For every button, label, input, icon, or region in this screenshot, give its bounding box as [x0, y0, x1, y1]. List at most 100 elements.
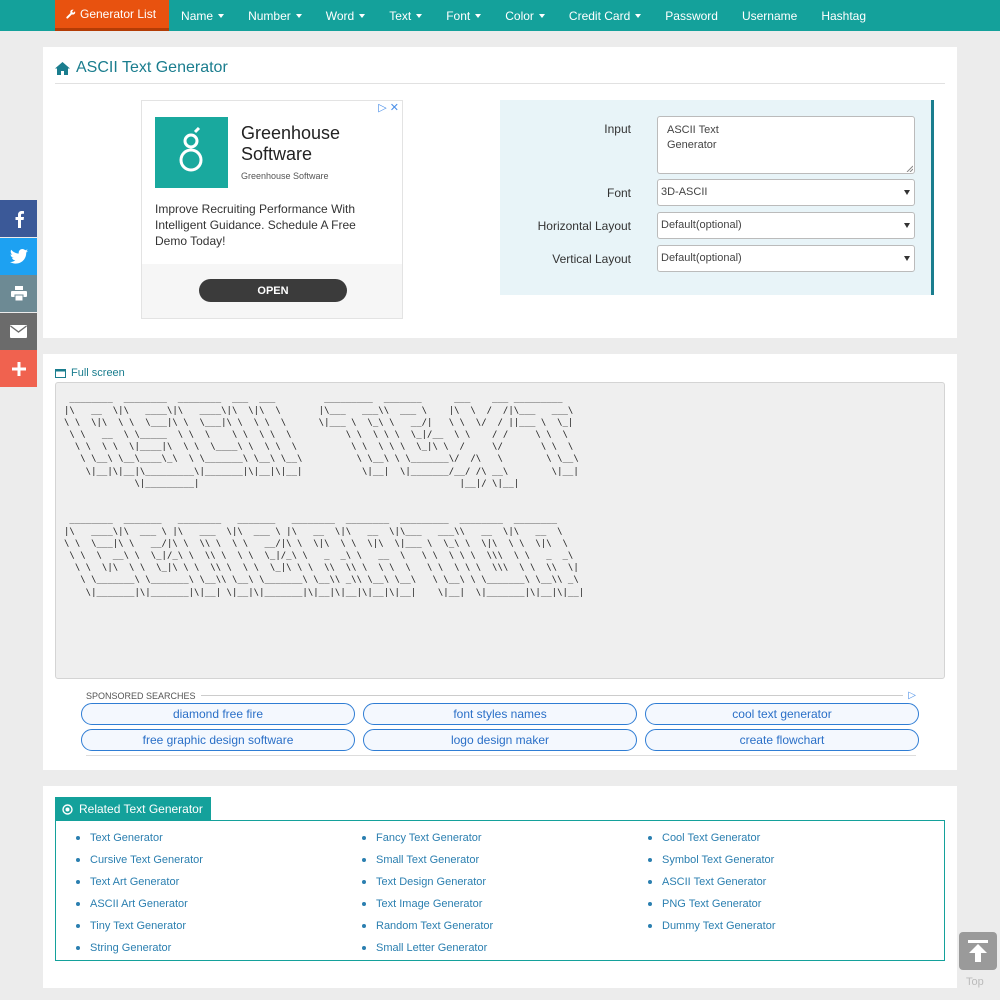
- related-link-label: Text Art Generator: [90, 876, 180, 888]
- twitter-share-button[interactable]: [0, 238, 37, 275]
- related-link[interactable]: ASCII Art Generator: [76, 898, 188, 910]
- ad-choices-icon[interactable]: ▷: [908, 690, 916, 701]
- nav-text-dropdown[interactable]: Text: [377, 0, 434, 31]
- related-link-label: Random Text Generator: [376, 920, 494, 932]
- email-icon: [10, 325, 27, 338]
- page-title-text: ASCII Text Generator: [76, 59, 228, 76]
- sponsored-link[interactable]: create flowchart: [645, 729, 919, 751]
- related-link[interactable]: PNG Text Generator: [648, 898, 761, 910]
- horizontal-layout-select[interactable]: Default(optional): [657, 212, 915, 239]
- related-link-label: Cursive Text Generator: [90, 854, 203, 866]
- nav-username[interactable]: Username: [730, 0, 809, 31]
- email-share-button[interactable]: [0, 313, 37, 350]
- font-select[interactable]: 3D-ASCII: [657, 179, 915, 206]
- nav-font-dropdown[interactable]: Font: [434, 0, 493, 31]
- sponsored-searches-title: SPONSORED SEARCHES: [86, 690, 196, 701]
- print-button[interactable]: [0, 275, 37, 312]
- nav-label: Color: [505, 8, 534, 23]
- related-link-label: Text Generator: [90, 832, 163, 844]
- related-link[interactable]: Symbol Text Generator: [648, 854, 774, 866]
- related-link[interactable]: Random Text Generator: [362, 920, 493, 932]
- nav-label: Font: [446, 8, 471, 23]
- related-link[interactable]: Text Generator: [76, 832, 163, 844]
- related-link[interactable]: Dummy Text Generator: [648, 920, 776, 932]
- facebook-share-button[interactable]: [0, 200, 37, 237]
- bullet: [76, 902, 80, 906]
- ascii-output-area[interactable]: ________ ________ ________ ___ ___ _____…: [55, 382, 945, 679]
- home-icon: [55, 61, 70, 75]
- vertical-layout-select[interactable]: Default(optional): [657, 245, 915, 272]
- facebook-icon: [15, 210, 24, 228]
- vertical-layout-label: Vertical Layout: [552, 252, 631, 266]
- bullet: [362, 946, 366, 950]
- horizontal-layout-value: Default(optional): [661, 219, 742, 231]
- select-arrow-icon: [904, 223, 910, 228]
- input-label: Input: [604, 122, 631, 136]
- ad-brand-subtitle: Greenhouse Software: [241, 171, 329, 181]
- more-share-button[interactable]: [0, 350, 37, 387]
- nav-hashtag[interactable]: Hashtag: [809, 0, 878, 31]
- nav-generator-list[interactable]: Generator List: [55, 0, 170, 31]
- sponsored-link[interactable]: free graphic design software: [81, 729, 355, 751]
- related-link-label: Symbol Text Generator: [662, 854, 775, 866]
- caret-down-icon: [475, 13, 482, 18]
- nav-label: Username: [741, 8, 798, 23]
- nav-label: Generator List: [80, 7, 157, 21]
- text-input-line: ASCII Text: [667, 124, 719, 136]
- arrow-up-to-line-icon: [968, 940, 988, 962]
- related-panel: Related Text Generator Text Generator Cu…: [43, 786, 957, 988]
- related-link[interactable]: String Generator: [76, 942, 171, 954]
- bullet: [76, 858, 80, 862]
- advertisement[interactable]: Greenhouse Software Greenhouse Software …: [141, 100, 403, 319]
- select-arrow-icon: [904, 190, 910, 195]
- bullet: [362, 902, 366, 906]
- nav-credit-card-dropdown[interactable]: Credit Card: [557, 0, 653, 31]
- related-link[interactable]: Text Art Generator: [76, 876, 179, 888]
- bullet: [648, 902, 652, 906]
- caret-down-icon: [416, 13, 423, 18]
- related-link-label: ASCII Text Generator: [662, 876, 767, 888]
- circle-dot-icon: [62, 803, 73, 815]
- top-navbar: Generator List Name Number Word Text Fon…: [0, 0, 1000, 31]
- ad-brand-name: Greenhouse Software: [241, 123, 340, 165]
- bullet: [362, 858, 366, 862]
- bullet: [648, 924, 652, 928]
- related-link[interactable]: Text Image Generator: [362, 898, 482, 910]
- window-icon: [55, 368, 66, 378]
- ad-brand-line: Greenhouse: [241, 123, 341, 143]
- related-link-label: String Generator: [90, 942, 172, 954]
- bullet: [76, 924, 80, 928]
- related-link[interactable]: Text Design Generator: [362, 876, 486, 888]
- ad-open-button[interactable]: OPEN: [199, 279, 347, 302]
- bullet: [648, 880, 652, 884]
- select-arrow-icon: [904, 256, 910, 261]
- nav-word-dropdown[interactable]: Word: [314, 0, 377, 31]
- related-link[interactable]: Small Letter Generator: [362, 942, 487, 954]
- related-link[interactable]: Fancy Text Generator: [362, 832, 482, 844]
- sponsored-link[interactable]: logo design maker: [363, 729, 637, 751]
- caret-down-icon: [218, 13, 225, 18]
- nav-name-dropdown[interactable]: Name: [169, 0, 236, 31]
- bullet: [648, 858, 652, 862]
- bullet: [362, 836, 366, 840]
- back-to-top-button[interactable]: [959, 932, 997, 970]
- nav-color-dropdown[interactable]: Color: [493, 0, 557, 31]
- caret-down-icon: [359, 13, 366, 18]
- sponsored-link[interactable]: diamond free fire: [81, 703, 355, 725]
- nav-password[interactable]: Password: [653, 0, 730, 31]
- sponsored-link[interactable]: font styles names: [363, 703, 637, 725]
- bullet: [648, 836, 652, 840]
- ad-choices-icon[interactable]: ▷ ✕: [378, 101, 399, 114]
- fullscreen-button[interactable]: Full screen: [55, 367, 125, 379]
- related-link[interactable]: Tiny Text Generator: [76, 920, 186, 932]
- related-link[interactable]: Cursive Text Generator: [76, 854, 203, 866]
- nav-number-dropdown[interactable]: Number: [236, 0, 314, 31]
- resize-handle-icon[interactable]: [906, 165, 913, 172]
- sponsored-link[interactable]: cool text generator: [645, 703, 919, 725]
- related-link[interactable]: Cool Text Generator: [648, 832, 760, 844]
- text-input[interactable]: ASCII Text Generator: [657, 116, 915, 174]
- related-link[interactable]: Small Text Generator: [362, 854, 479, 866]
- generator-panel: ASCII Text Generator Greenhouse Software…: [43, 47, 957, 338]
- related-link-label: Text Design Generator: [376, 876, 487, 888]
- related-link[interactable]: ASCII Text Generator: [648, 876, 766, 888]
